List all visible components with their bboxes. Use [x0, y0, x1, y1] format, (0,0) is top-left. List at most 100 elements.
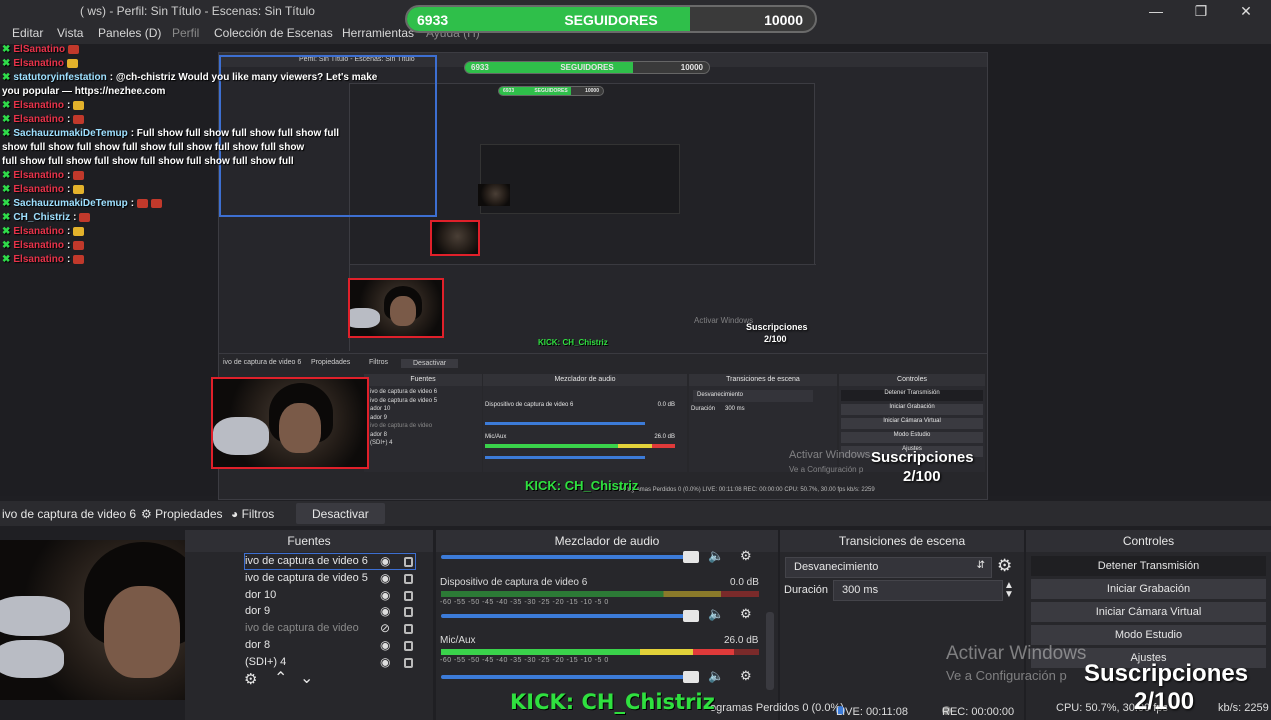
menu-paneles[interactable]: Paneles (D) — [98, 26, 161, 40]
mod-badge-icon: ✖ — [2, 72, 11, 83]
move-up-icon[interactable]: ⌃ — [274, 668, 287, 688]
speaker-icon[interactable]: 🔈 — [708, 668, 724, 684]
eye-hidden-icon[interactable]: ⊘ — [380, 621, 390, 635]
chat-text: : — [66, 240, 71, 251]
transition-gear-icon[interactable]: ⚙ — [997, 556, 1012, 576]
nested-mixer-db1: 0.0 dB — [657, 402, 675, 408]
obs-window: ( ws) - Perfil: Sin Título - Escenas: Si… — [0, 0, 1271, 720]
volume-slider[interactable] — [441, 610, 699, 622]
close-button[interactable]: ✕ — [1226, 1, 1266, 21]
volume-slider-top[interactable] — [441, 551, 699, 563]
menu-editar[interactable]: Editar — [12, 26, 43, 40]
chat-username: Elsanatino — [13, 184, 64, 195]
nested-followers-label-1: SEGUIDORES — [560, 63, 614, 72]
channel-name: Dispositivo de captura de video 6 — [440, 577, 588, 588]
emote-icon — [73, 100, 85, 110]
lock-icon[interactable] — [404, 624, 413, 635]
nested-source-item: ivo de captura de video 5 — [370, 397, 438, 404]
source-item[interactable]: (SDI+) 4 — [245, 656, 286, 668]
nested-source-name: ivo de captura de video 6 — [223, 359, 302, 366]
menu-coleccion-escenas[interactable]: Colección de Escenas — [214, 26, 333, 40]
nested-btn-stop: Detener Transmisión — [841, 390, 983, 401]
chat-message: ✖ Elsanatino: — [2, 254, 85, 265]
menu-perfil[interactable]: Perfil — [172, 26, 199, 40]
speaker-icon[interactable]: 🔈 — [708, 606, 724, 622]
chat-username: Elsanatino — [13, 254, 64, 265]
nested-activate-windows-2: Activar Windows — [694, 316, 754, 325]
eye-icon[interactable]: ◉ — [380, 571, 390, 585]
nested-followers-bar-2: 6933 SEGUIDORES 10000 — [498, 86, 604, 96]
nested-mixer-panel: Mezclador de audio Dispositivo de captur… — [483, 374, 687, 472]
menu-vista[interactable]: Vista — [57, 26, 83, 40]
deactivate-button[interactable]: Desactivar — [296, 503, 385, 524]
maximize-button[interactable]: ❐ — [1181, 1, 1221, 21]
chat-username: Elsanatino — [13, 58, 64, 69]
source-item[interactable]: dor 8 — [245, 639, 270, 651]
nested-btn-vcam: Iniciar Cámara Virtual — [841, 418, 983, 429]
duration-stepper-icon[interactable]: ▲ ▼ — [1004, 581, 1014, 600]
nested-deactivate: Desactivar — [401, 359, 459, 368]
eye-icon[interactable]: ◉ — [380, 638, 390, 652]
volume-slider[interactable] — [441, 671, 699, 683]
start-recording-button[interactable]: Iniciar Grabación — [1031, 579, 1266, 599]
chat-username: Elsanatino — [13, 240, 64, 251]
source-item[interactable]: ivo de captura de video — [245, 622, 359, 634]
mixer-scrollbar[interactable] — [766, 612, 774, 690]
menu-herramientas[interactable]: Herramientas — [342, 26, 414, 40]
source-settings-icon[interactable]: ⚙ — [244, 670, 257, 688]
lock-icon[interactable] — [404, 641, 413, 651]
lock-icon[interactable] — [404, 573, 413, 584]
meter-ticks: -60 -55 -50 -45 -40 -35 -30 -25 -20 -15 … — [440, 657, 609, 664]
chat-message: full show full show full show full show … — [2, 156, 294, 167]
studio-mode-button[interactable]: Modo Estudio — [1031, 625, 1266, 645]
subs-count: 2/100 — [1134, 688, 1195, 715]
filter-icon: ◕ — [231, 507, 239, 521]
mod-badge-icon: ✖ — [2, 184, 11, 195]
source-item[interactable]: ivo de captura de video 5 — [245, 572, 368, 584]
nested-filters: Filtros — [369, 359, 389, 366]
eye-icon[interactable]: ◉ — [380, 588, 390, 602]
start-virtual-camera-button[interactable]: Iniciar Cámara Virtual — [1031, 602, 1266, 622]
lock-icon[interactable] — [404, 607, 413, 618]
activate-windows-sub: Ve a Configuración p — [946, 668, 1067, 683]
nested-duration-label: Duración — [691, 406, 716, 412]
minimize-button[interactable]: — — [1136, 1, 1176, 21]
mod-badge-icon: ✖ — [2, 212, 11, 223]
speaker-icon[interactable]: 🔈 — [708, 548, 724, 564]
eye-icon[interactable]: ◉ — [380, 655, 390, 669]
mixer-gear-icon[interactable]: ⚙ — [740, 668, 752, 684]
stop-streaming-button[interactable]: Detener Transmisión — [1031, 556, 1266, 576]
preview-canvas[interactable]: Perfil: Sin Título - Escenas: Sin Título… — [0, 44, 1271, 500]
duration-input[interactable]: 300 ms — [833, 580, 1003, 601]
nested-source-item: (SDI+) 4 — [370, 440, 393, 446]
chat-text: : — [66, 184, 71, 195]
chat-message: show full show full show full show full … — [2, 142, 304, 153]
controls-header: Controles — [1026, 530, 1271, 552]
source-item[interactable]: dor 9 — [245, 605, 270, 617]
channel-db: 26.0 dB — [724, 635, 759, 646]
chat-username: Elsanatino — [13, 114, 64, 125]
transition-select[interactable]: Desvanecimiento ⇵ — [785, 557, 992, 578]
lock-icon[interactable] — [404, 657, 413, 668]
filters-button[interactable]: ◕ Filtros — [231, 507, 274, 521]
channel-name: Mic/Aux — [440, 635, 476, 646]
nested-source-item: ador 8 — [370, 431, 388, 438]
mixer-gear-icon[interactable]: ⚙ — [740, 606, 752, 622]
nested-preview-3 — [480, 144, 680, 214]
lock-icon[interactable] — [404, 590, 413, 601]
nested-subs-count-1: 2/100 — [903, 468, 941, 485]
move-down-icon[interactable]: ⌄ — [300, 668, 313, 688]
chat-text: : Full show full show full show full sho… — [130, 128, 340, 139]
mixer-gear-icon[interactable]: ⚙ — [740, 548, 752, 564]
activate-windows-title: Activar Windows — [946, 643, 1087, 664]
properties-button[interactable]: ⚙ Propiedades — [141, 507, 223, 521]
mod-badge-icon: ✖ — [2, 226, 11, 237]
transitions-header: Transiciones de escena — [780, 530, 1024, 552]
chat-text: : — [66, 170, 71, 181]
chat-username: Elsanatino — [13, 170, 64, 181]
eye-icon[interactable]: ◉ — [380, 604, 390, 618]
selected-source-highlight — [244, 553, 416, 570]
chat-message: ✖ Elsanatino: — [2, 240, 85, 251]
source-item[interactable]: dor 10 — [245, 589, 276, 601]
chat-username: Elsanatino — [13, 226, 64, 237]
